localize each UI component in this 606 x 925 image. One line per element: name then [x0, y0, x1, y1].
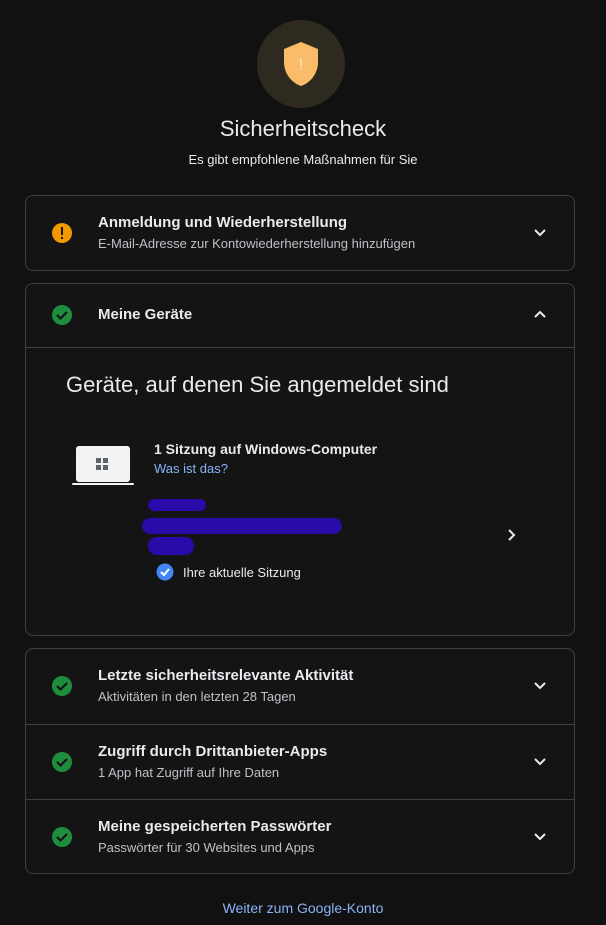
current-session-indicator: Ihre aktuelle Sitzung	[156, 563, 301, 581]
signin-recovery-row[interactable]: Anmeldung und Wiederherstellung E-Mail-A…	[26, 196, 574, 270]
check-circle-icon	[52, 752, 72, 772]
third-party-access-row[interactable]: Zugriff durch Drittanbieter-Apps 1 App h…	[26, 725, 574, 799]
redacted-location	[142, 518, 342, 534]
my-devices-title: Meine Geräte	[98, 306, 193, 323]
my-devices-card: Meine Geräte Geräte, auf denen Sie angem…	[25, 283, 575, 636]
redacted-browser	[148, 537, 194, 555]
check-circle-icon	[52, 305, 72, 325]
chevron-right-icon[interactable]	[504, 527, 520, 543]
my-devices-header[interactable]: Meine Geräte	[26, 284, 574, 347]
session-title: 1 Sitzung auf Windows-Computer	[154, 441, 378, 457]
laptop-icon	[72, 446, 134, 485]
divider	[26, 347, 574, 348]
svg-text:!: !	[299, 57, 303, 74]
security-sections-card: Letzte sicherheitsrelevante Aktivität Ak…	[25, 648, 575, 874]
third-party-access-title: Zugriff durch Drittanbieter-Apps	[98, 743, 328, 760]
chevron-down-icon[interactable]	[532, 753, 548, 769]
continue-to-google-account-link[interactable]: Weiter zum Google-Konto	[0, 900, 606, 916]
signin-recovery-desc: E-Mail-Adresse zur Kontowiederherstellun…	[98, 236, 416, 251]
chevron-up-icon[interactable]	[532, 307, 548, 323]
chevron-down-icon[interactable]	[532, 677, 548, 693]
warning-shield-icon: !	[284, 42, 318, 86]
saved-passwords-title: Meine gespeicherten Passwörter	[98, 818, 332, 835]
what-is-this-link[interactable]: Was ist das?	[154, 461, 228, 476]
blue-check-icon	[156, 563, 174, 581]
security-shield-badge: !	[257, 20, 345, 108]
redacted-device-name	[148, 499, 206, 511]
warning-icon	[52, 223, 72, 243]
chevron-down-icon[interactable]	[532, 224, 548, 240]
signin-recovery-card[interactable]: Anmeldung und Wiederherstellung E-Mail-A…	[25, 195, 575, 271]
saved-passwords-row[interactable]: Meine gespeicherten Passwörter Passwörte…	[26, 800, 574, 874]
saved-passwords-desc: Passwörter für 30 Websites und Apps	[98, 840, 315, 855]
recent-activity-title: Letzte sicherheitsrelevante Aktivität	[98, 667, 354, 684]
third-party-access-desc: 1 App hat Zugriff auf Ihre Daten	[98, 765, 280, 780]
page-subtitle: Es gibt empfohlene Maßnahmen für Sie	[188, 152, 418, 167]
chevron-down-icon[interactable]	[532, 828, 548, 844]
recent-activity-desc: Aktivitäten in den letzten 28 Tagen	[98, 689, 296, 704]
check-circle-icon	[52, 827, 72, 847]
page-title: Sicherheitscheck	[219, 116, 387, 141]
current-session-label: Ihre aktuelle Sitzung	[183, 564, 301, 580]
signin-recovery-title: Anmeldung und Wiederherstellung	[98, 214, 348, 231]
recent-activity-row[interactable]: Letzte sicherheitsrelevante Aktivität Ak…	[26, 649, 574, 724]
check-circle-icon	[52, 676, 72, 696]
devices-heading: Geräte, auf denen Sie angemeldet sind	[66, 372, 449, 397]
